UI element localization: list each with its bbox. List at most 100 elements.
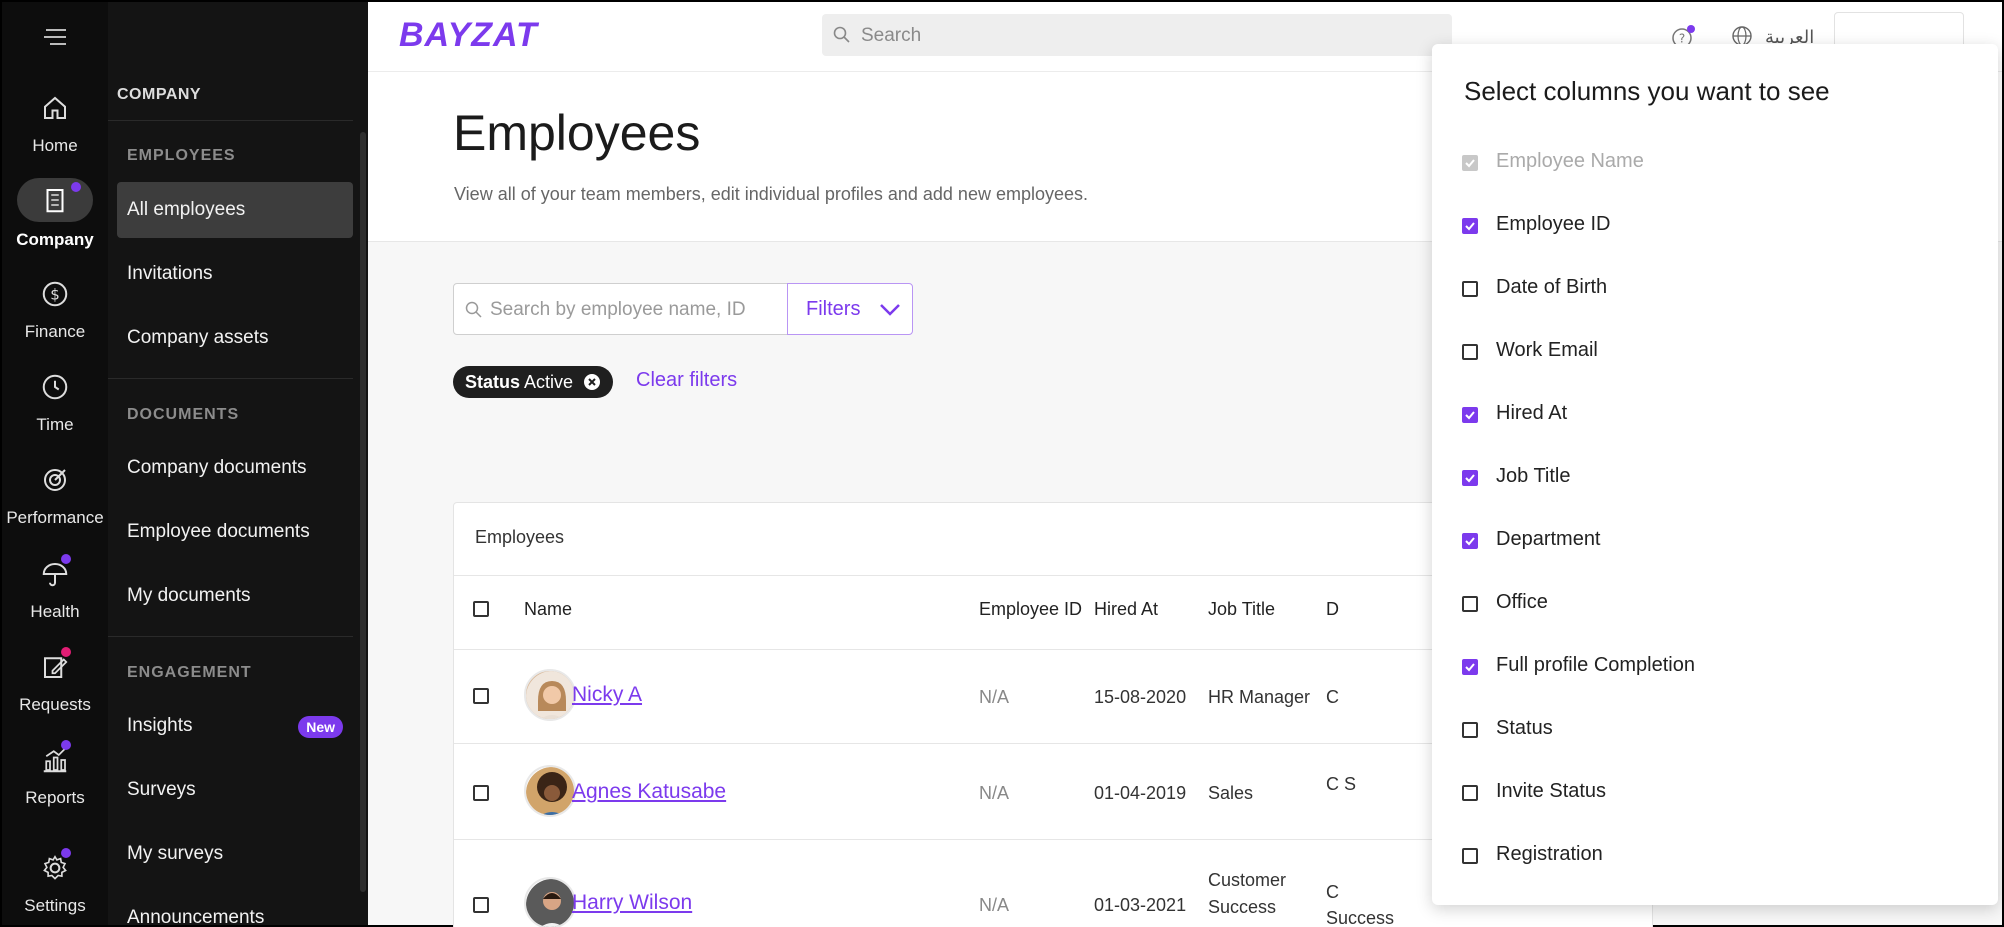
subnav-item-announcements[interactable]: Announcements <box>117 890 353 927</box>
divider <box>108 120 353 121</box>
section-engagement: ENGAGEMENT <box>127 664 252 681</box>
svg-text:$: $ <box>50 286 60 304</box>
column-header-department[interactable]: D <box>1326 599 1339 620</box>
left-rail: Home Company $ Finance Time Performance … <box>2 2 108 925</box>
column-header-job-title[interactable]: Job Title <box>1208 599 1275 620</box>
column-option-label: Full profile Completion <box>1496 654 1695 676</box>
column-option-label: Employee Name <box>1496 150 1644 172</box>
employee-id-cell: N/A <box>979 895 1010 915</box>
checkbox[interactable] <box>1462 470 1478 486</box>
checkbox[interactable] <box>1462 344 1478 360</box>
checkbox[interactable] <box>1462 281 1478 297</box>
status-filter-chip[interactable]: Status Active <box>453 366 614 398</box>
row-checkbox[interactable] <box>473 785 489 801</box>
notification-dot <box>61 740 71 750</box>
avatar <box>524 669 576 721</box>
new-badge: New <box>298 716 343 738</box>
employee-name-link[interactable]: Agnes Katusabe <box>572 780 726 804</box>
hired-at-cell: 15-08-2020 <box>1094 687 1187 707</box>
rail-label: Settings <box>24 896 86 915</box>
column-header-employee-id[interactable]: Employee ID <box>979 599 1082 620</box>
column-option-label: Office <box>1496 591 1548 613</box>
dollar-icon: $ <box>35 274 75 314</box>
checkbox[interactable] <box>1462 596 1478 612</box>
subnav-item-my-documents[interactable]: My documents <box>117 568 353 624</box>
home-icon <box>35 88 75 128</box>
target-icon <box>35 460 75 500</box>
column-option-label: Date of Birth <box>1496 276 1608 298</box>
column-header-hired-at[interactable]: Hired At <box>1094 599 1158 620</box>
checkbox[interactable] <box>1462 848 1478 864</box>
row-checkbox[interactable] <box>473 688 489 704</box>
column-option-label: Invite Status <box>1496 780 1607 802</box>
rail-label: Time <box>36 415 74 434</box>
column-header-name[interactable]: Name <box>524 599 572 620</box>
search-placeholder: Search <box>861 25 922 46</box>
subnav-item-insights[interactable]: Insights New <box>117 698 353 754</box>
checkbox[interactable] <box>1462 218 1478 234</box>
subnav-item-all-employees[interactable]: All employees <box>117 182 353 238</box>
row-checkbox[interactable] <box>473 897 489 913</box>
global-search-input[interactable]: Search <box>822 14 1452 56</box>
employee-search-placeholder: Search by employee name, ID <box>490 299 746 320</box>
bayzat-logo[interactable]: BAYZAT <box>399 16 538 55</box>
checkbox[interactable] <box>1462 533 1478 549</box>
rail-item-finance[interactable]: $ Finance <box>2 274 108 354</box>
rail-item-home[interactable]: Home <box>2 88 108 168</box>
subnav-item-company-assets[interactable]: Company assets <box>117 310 353 366</box>
section-documents: DOCUMENTS <box>127 406 240 423</box>
subnav-item-my-surveys[interactable]: My surveys <box>117 826 353 882</box>
rail-label: Reports <box>25 788 85 807</box>
checkbox[interactable] <box>1462 407 1478 423</box>
rail-item-settings[interactable]: Settings <box>2 848 108 927</box>
clear-filters-link[interactable]: Clear filters <box>636 369 737 392</box>
rail-label: Health <box>30 602 80 621</box>
column-option-label: Employee ID <box>1496 213 1611 235</box>
clock-icon <box>35 367 75 407</box>
rail-item-company[interactable]: Company <box>2 178 108 258</box>
department-cell: C S <box>1326 774 1357 794</box>
checkbox <box>1462 155 1478 171</box>
notification-dot <box>61 647 71 657</box>
rail-label: Finance <box>24 322 86 341</box>
rail-item-reports[interactable]: Reports <box>2 740 108 820</box>
avatar <box>524 765 576 817</box>
subnav-item-surveys[interactable]: Surveys <box>117 762 353 818</box>
table-title: Employees <box>475 527 565 547</box>
rail-label: Performance <box>6 508 104 527</box>
page-title: Employees <box>453 105 701 161</box>
employee-name-link[interactable]: Nicky A <box>572 683 642 707</box>
rail-item-requests[interactable]: Requests <box>2 647 108 727</box>
subnav-item-employee-documents[interactable]: Employee documents <box>117 504 353 560</box>
checkbox[interactable] <box>1462 659 1478 675</box>
search-icon <box>833 26 850 43</box>
rail-item-health[interactable]: Health <box>2 554 108 634</box>
popover-title: Select columns you want to see <box>1464 76 1830 106</box>
menu-icon[interactable] <box>42 26 70 48</box>
employee-name-link[interactable]: Harry Wilson <box>572 891 692 915</box>
chip-value: Active <box>524 372 574 392</box>
checkbox[interactable] <box>1462 785 1478 801</box>
job-title-cell: HR Manager <box>1208 687 1311 707</box>
subnav-scrollbar[interactable] <box>360 132 366 892</box>
rail-item-performance[interactable]: Performance <box>2 460 108 540</box>
subnav-item-invitations[interactable]: Invitations <box>117 246 353 302</box>
chip-key: Status <box>465 372 521 392</box>
column-option-label: Hired At <box>1496 402 1568 424</box>
filters-button[interactable]: Filters <box>787 283 913 335</box>
notification-dot <box>61 554 71 564</box>
employee-search-input[interactable]: Search by employee name, ID <box>453 283 789 335</box>
rail-item-time[interactable]: Time <box>2 367 108 447</box>
subnav-title: COMPANY <box>117 86 202 103</box>
section-employees: EMPLOYEES <box>127 147 236 164</box>
select-all-checkbox[interactable] <box>473 601 489 617</box>
rail-label: Requests <box>19 695 91 714</box>
hired-at-cell: 01-04-2019 <box>1094 783 1187 803</box>
checkbox[interactable] <box>1462 722 1478 738</box>
company-subnav: COMPANY EMPLOYEES All employees Invitati… <box>108 2 368 927</box>
rail-label: Home <box>32 136 78 155</box>
close-icon[interactable] <box>583 373 601 391</box>
edit-icon <box>35 647 75 687</box>
subnav-item-company-documents[interactable]: Company documents <box>117 440 353 496</box>
avatar <box>524 877 576 927</box>
